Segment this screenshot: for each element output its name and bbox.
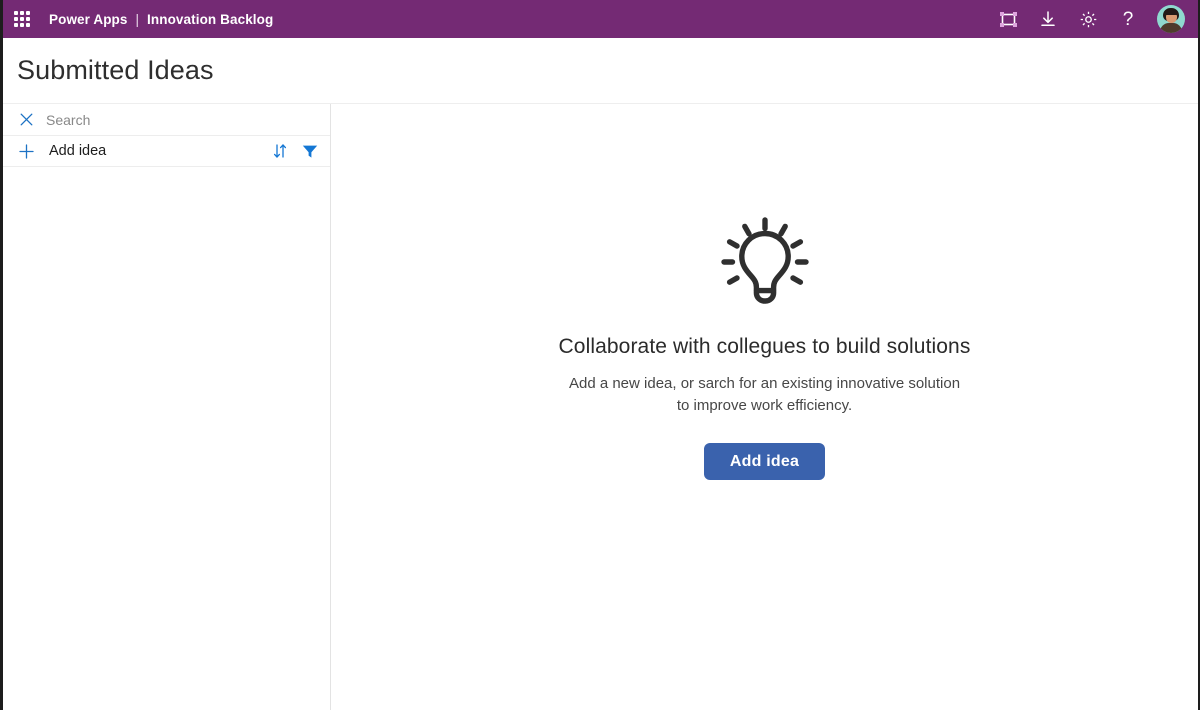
- waffle-dot: [14, 17, 18, 21]
- search-row[interactable]: Search: [3, 104, 330, 136]
- waffle-dot: [26, 11, 30, 15]
- filter-icon[interactable]: [302, 143, 318, 160]
- avatar-body: [1160, 23, 1182, 33]
- app-name: Innovation Backlog: [147, 11, 274, 27]
- plus-icon[interactable]: [17, 142, 35, 160]
- gallery-row-actions: [272, 143, 318, 160]
- avatar-fringe: [1164, 9, 1178, 15]
- app-header-bar: Power Apps | Innovation Backlog ?: [3, 0, 1198, 38]
- search-input[interactable]: Search: [46, 112, 90, 128]
- lightbulb-icon: [713, 208, 817, 312]
- ideas-list[interactable]: [3, 167, 330, 710]
- waffle-dot: [20, 23, 24, 27]
- add-idea-label: Add idea: [49, 143, 107, 159]
- avatar[interactable]: [1157, 5, 1185, 33]
- brand-breadcrumb: Power Apps | Innovation Backlog: [49, 12, 273, 27]
- content-area: Search Add idea Collaborate with collegu…: [3, 103, 1198, 710]
- help-icon[interactable]: ?: [1117, 8, 1139, 30]
- add-idea-row[interactable]: Add idea: [3, 136, 330, 167]
- waffle-dot: [20, 11, 24, 15]
- brand-separator: |: [135, 11, 140, 27]
- sort-icon[interactable]: [272, 143, 288, 160]
- waffle-dot: [14, 23, 18, 27]
- close-icon[interactable]: [17, 111, 35, 129]
- app-launcher-waffle-icon[interactable]: [11, 8, 33, 30]
- app-window: Power Apps | Innovation Backlog ? Submit…: [0, 0, 1200, 710]
- page-title-bar: Submitted Ideas: [3, 38, 1198, 103]
- waffle-dot: [26, 17, 30, 21]
- download-icon[interactable]: [1037, 8, 1059, 30]
- header-actions: ?: [997, 5, 1189, 33]
- empty-state-heading: Collaborate with collegues to build solu…: [558, 335, 971, 358]
- empty-state-panel: Collaborate with collegues to build solu…: [331, 104, 1198, 710]
- empty-state: Collaborate with collegues to build solu…: [485, 208, 1045, 480]
- brand-name[interactable]: Power Apps: [49, 12, 128, 27]
- page-title: Submitted Ideas: [17, 55, 214, 85]
- ideas-gallery-panel: Search Add idea: [3, 104, 331, 710]
- help-glyph: ?: [1122, 8, 1134, 30]
- waffle-dot: [14, 11, 18, 15]
- frame-icon[interactable]: [997, 8, 1019, 30]
- waffle-dot: [26, 23, 30, 27]
- gear-icon[interactable]: [1077, 8, 1099, 30]
- empty-state-subtitle: Add a new idea, or sarch for an existing…: [568, 375, 961, 414]
- waffle-dot: [20, 17, 24, 21]
- add-idea-button[interactable]: Add idea: [703, 443, 826, 480]
